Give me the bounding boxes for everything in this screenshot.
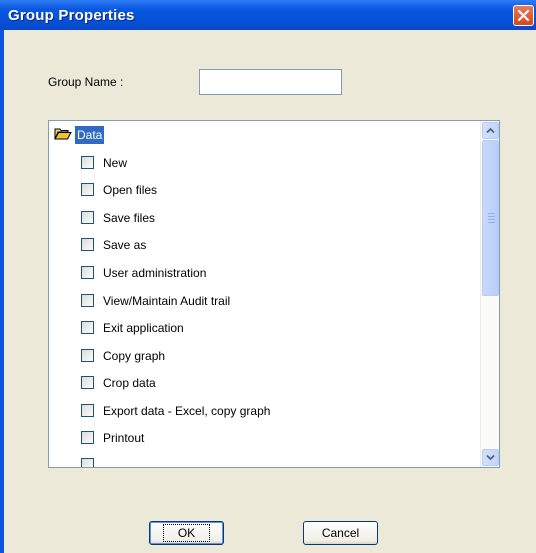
scroll-thumb[interactable]	[482, 140, 499, 296]
tree-item-label: Save files	[103, 211, 156, 225]
ok-button[interactable]: OK	[149, 521, 224, 545]
permission-checkbox[interactable]	[81, 321, 94, 334]
title-bar[interactable]: Group Properties	[0, 0, 536, 30]
grip-line	[488, 213, 495, 214]
grip-line	[488, 216, 495, 217]
permission-checkbox[interactable]	[81, 458, 94, 467]
tree-item-label: Copy graph	[103, 349, 166, 363]
permissions-tree[interactable]: Data New Open files Save files Save as U…	[48, 120, 500, 468]
tree-item-label: Save as	[103, 238, 147, 252]
tree-item-label: New	[103, 156, 128, 170]
close-button[interactable]	[513, 5, 534, 26]
permission-checkbox[interactable]	[81, 211, 94, 224]
close-icon	[517, 9, 530, 22]
scroll-up-button[interactable]	[482, 122, 499, 139]
dialog-body: Group Name : Data New Open files Save fi…	[4, 30, 536, 553]
permission-checkbox[interactable]	[81, 183, 94, 196]
tree-item-label: View/Maintain Audit trail	[103, 294, 231, 308]
permission-checkbox[interactable]	[81, 156, 94, 169]
ok-button-label: OK	[162, 524, 211, 542]
permission-checkbox[interactable]	[81, 431, 94, 444]
tree-item-label: Open files	[103, 183, 158, 197]
permission-checkbox[interactable]	[81, 376, 94, 389]
tree-root-label: Data	[75, 126, 105, 144]
tree-item-label: Export data - Excel, copy graph	[103, 404, 271, 418]
dialog-window: Group Properties Group Name : Data New O…	[0, 0, 536, 553]
tree-item-label: Crop data	[103, 376, 156, 390]
permission-checkbox[interactable]	[81, 266, 94, 279]
permission-checkbox[interactable]	[81, 294, 94, 307]
group-name-input[interactable]	[199, 69, 342, 95]
scroll-down-button[interactable]	[482, 449, 499, 466]
grip-line	[488, 222, 495, 223]
tree-content: Data New Open files Save files Save as U…	[49, 121, 480, 467]
tree-item-label: Printout	[103, 431, 145, 445]
group-name-label: Group Name :	[48, 75, 124, 89]
tree-item-label: User administration	[103, 266, 207, 280]
permission-checkbox[interactable]	[81, 349, 94, 362]
chevron-down-icon	[486, 454, 495, 461]
open-folder-icon	[54, 128, 72, 140]
tree-item-label: Exit application	[103, 321, 184, 335]
chevron-up-icon	[486, 127, 495, 134]
grip-line	[488, 219, 495, 220]
vertical-scrollbar[interactable]	[480, 121, 499, 467]
permission-checkbox[interactable]	[81, 238, 94, 251]
permission-checkbox[interactable]	[81, 404, 94, 417]
cancel-button[interactable]: Cancel	[303, 521, 378, 545]
window-title: Group Properties	[8, 7, 135, 24]
